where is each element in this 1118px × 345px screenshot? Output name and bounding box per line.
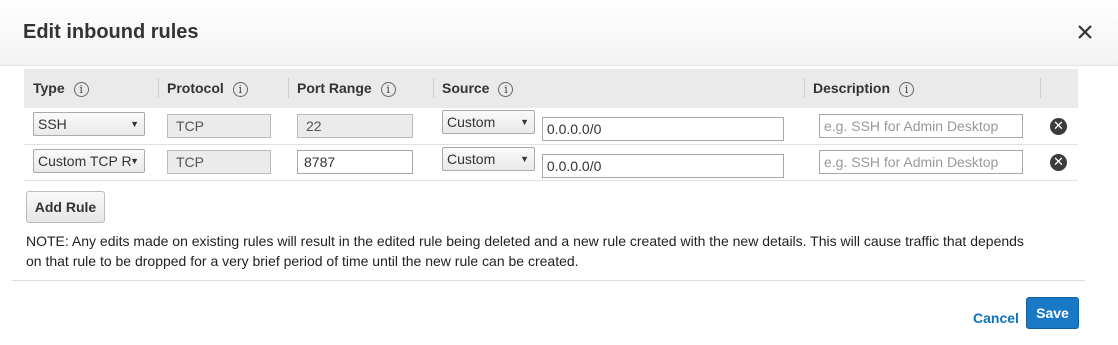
column-divider <box>158 78 159 98</box>
column-header-port-range: Port Range i <box>288 69 433 108</box>
actions-cell: ✕ <box>1040 108 1078 144</box>
column-header-type: Type i <box>24 69 158 108</box>
close-icon[interactable] <box>1074 21 1096 43</box>
column-header-label: Type <box>33 80 65 96</box>
column-header-label: Source <box>442 80 490 96</box>
column-header-protocol: Protocol i <box>158 69 288 108</box>
add-rule-button[interactable]: Add Rule <box>26 191 105 223</box>
info-icon[interactable]: i <box>498 82 514 97</box>
source-select[interactable]: Custom ▼ <box>442 110 535 135</box>
type-select[interactable]: SSH ▼ <box>33 112 145 137</box>
source-cidr-input[interactable]: 0.0.0.0/0 <box>541 153 784 178</box>
type-select-value: SSH <box>38 116 67 133</box>
info-icon[interactable]: i <box>380 82 396 97</box>
column-header-label: Description <box>813 80 891 96</box>
dropdown-arrow-icon: ▼ <box>130 119 139 130</box>
column-divider <box>1040 78 1041 98</box>
type-cell: SSH ▼ <box>24 108 158 144</box>
column-header-description: Description i <box>804 69 1040 108</box>
save-button[interactable]: Save <box>1026 297 1079 329</box>
port-range-field: 22 <box>297 113 413 138</box>
description-input[interactable]: e.g. SSH for Admin Desktop <box>819 113 1023 138</box>
actions-cell: ✕ <box>1040 144 1078 180</box>
cancel-button[interactable]: Cancel <box>973 310 1019 326</box>
remove-rule-icon[interactable]: ✕ <box>1050 154 1067 171</box>
source-select[interactable]: Custom ▼ <box>442 146 535 171</box>
port-range-cell: 22 <box>288 108 433 144</box>
source-select-value: Custom <box>447 150 496 167</box>
protocol-field: TCP <box>167 113 271 138</box>
remove-rule-icon[interactable]: ✕ <box>1050 117 1067 135</box>
source-select-value: Custom <box>447 114 496 131</box>
dropdown-arrow-icon: ▼ <box>520 117 529 128</box>
column-divider <box>433 78 434 98</box>
description-cell: e.g. SSH for Admin Desktop <box>804 108 1040 144</box>
column-header-label: Port Range <box>297 80 372 96</box>
table-row: Custom TCP R ▼ TCP 8787 Custom ▼ 0.0.0.0/0… <box>24 144 1078 180</box>
port-range-cell: 8787 <box>288 144 433 180</box>
column-divider <box>288 78 289 98</box>
type-select-value: Custom TCP R <box>38 152 132 169</box>
protocol-cell: TCP <box>158 144 288 180</box>
dialog-header: Edit inbound rules <box>0 0 1118 66</box>
source-cidr-input[interactable]: 0.0.0.0/0 <box>541 117 784 142</box>
description-cell: e.g. SSH for Admin Desktop <box>804 144 1040 180</box>
source-cell: Custom ▼ 0.0.0.0/0 <box>433 108 804 144</box>
table-header-row: Type i Protocol i Port Range i Source i Desc… <box>24 69 1078 108</box>
column-header-label: Protocol <box>167 80 224 96</box>
port-range-input[interactable]: 8787 <box>297 150 413 174</box>
description-input[interactable]: e.g. SSH for Admin Desktop <box>819 150 1023 174</box>
footer-divider <box>12 280 1085 281</box>
dialog-title: Edit inbound rules <box>23 21 199 43</box>
column-divider <box>804 78 805 98</box>
table-row: SSH ▼ TCP 22 Custom ▼ 0.0.0.0/0 e.g. SSH f… <box>24 108 1078 144</box>
type-cell: Custom TCP R ▼ <box>24 144 158 180</box>
protocol-cell: TCP <box>158 108 288 144</box>
dropdown-arrow-icon: ▼ <box>130 155 139 166</box>
protocol-field: TCP <box>167 150 271 174</box>
info-icon[interactable]: i <box>899 82 915 97</box>
info-icon[interactable]: i <box>232 82 248 97</box>
inbound-rules-table: Type i Protocol i Port Range i Source i Desc… <box>24 69 1078 181</box>
dropdown-arrow-icon: ▼ <box>520 153 529 164</box>
column-header-actions <box>1040 69 1078 108</box>
source-cell: Custom ▼ 0.0.0.0/0 <box>433 144 804 180</box>
type-select[interactable]: Custom TCP R ▼ <box>33 148 145 173</box>
note-text: NOTE: Any edits made on existing rules w… <box>26 233 1024 269</box>
info-icon[interactable]: i <box>73 82 89 97</box>
column-header-source: Source i <box>433 69 804 108</box>
dialog-body: Type i Protocol i Port Range i Source i Desc… <box>0 66 1118 345</box>
